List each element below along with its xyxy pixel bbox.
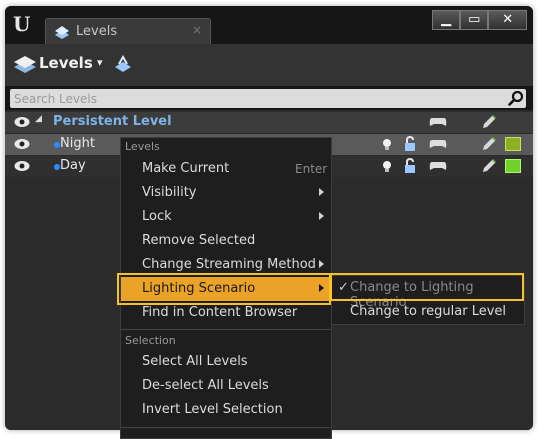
lightbulb-icon[interactable]: [379, 158, 395, 174]
gamepad-icon[interactable]: [429, 138, 447, 150]
gamepad-icon[interactable]: [429, 116, 447, 128]
submenu-item-label: Change to regular Level: [350, 304, 507, 319]
lighting-scenario-submenu: ✓ Change to Lighting Scenario Change to …: [331, 275, 525, 325]
level-color-swatch[interactable]: [505, 137, 521, 151]
lightbulb-icon[interactable]: [379, 136, 395, 152]
tab-levels[interactable]: Levels ×: [45, 18, 211, 45]
menu-item-label: Lighting Scenario: [142, 281, 256, 296]
context-menu: Levels Make Current Enter Visibility Loc…: [120, 137, 332, 439]
menu-item-lock[interactable]: Lock: [121, 205, 331, 229]
level-row-persistent[interactable]: ◢ Persistent Level: [5, 112, 533, 133]
checkmark-icon: ✓: [338, 280, 349, 295]
menu-item-remove-selected[interactable]: Remove Selected: [121, 229, 331, 253]
menu-item-label: Lock: [142, 209, 172, 224]
menu-item-label: Invert Level Selection: [142, 402, 283, 417]
menu-section-selection: Selection: [125, 334, 176, 347]
menu-item-make-current[interactable]: Make Current Enter: [121, 157, 331, 181]
pencil-icon[interactable]: [481, 114, 497, 130]
menu-item-label: Visibility: [142, 185, 197, 200]
search-icon[interactable]: [508, 90, 524, 106]
search-input[interactable]: [14, 89, 494, 108]
world-icon[interactable]: [113, 55, 133, 73]
shortcut-label: Enter: [295, 162, 328, 176]
menu-item-visibility[interactable]: Visibility: [121, 181, 331, 205]
level-name: Day: [60, 158, 86, 173]
eye-icon[interactable]: [14, 138, 30, 150]
title-bar[interactable]: U Levels × ▁ ▭ ✕: [5, 6, 533, 45]
level-name: Persistent Level: [53, 114, 172, 129]
gamepad-icon[interactable]: [429, 160, 447, 172]
menu-section-levels: Levels: [125, 140, 160, 153]
unreal-logo-icon: U: [13, 12, 31, 36]
menu-item-change-streaming-method[interactable]: Change Streaming Method: [121, 253, 331, 277]
submenu-item-change-to-regular-level[interactable]: Change to regular Level: [332, 300, 524, 324]
menu-item-label: De-select All Levels: [142, 378, 269, 393]
tab-label: Levels: [76, 24, 118, 39]
menu-item-label: Select All Levels: [142, 354, 248, 369]
window-controls: ▁ ▭ ✕: [432, 10, 527, 30]
submenu-item-change-to-lighting-scenario[interactable]: ✓ Change to Lighting Scenario: [332, 276, 524, 310]
pencil-icon[interactable]: [481, 136, 497, 152]
toolbar: Levels ▾: [5, 44, 533, 86]
menu-item-label: Find in Content Browser: [142, 305, 298, 320]
menu-item-select-all-levels[interactable]: Select All Levels: [121, 350, 331, 374]
chevron-down-icon[interactable]: ▾: [97, 56, 103, 69]
menu-item-find-in-content-browser[interactable]: Find in Content Browser: [121, 301, 331, 325]
levels-dropdown-button[interactable]: Levels: [39, 54, 93, 72]
menu-divider: [121, 427, 331, 428]
tab-close-icon[interactable]: ×: [192, 23, 202, 37]
collapse-arrow-icon[interactable]: ◢: [35, 114, 42, 124]
lock-icon[interactable]: [403, 158, 417, 174]
menu-divider: [121, 329, 331, 330]
level-name: Night: [60, 136, 95, 151]
levels-tab-icon: [55, 26, 69, 39]
menu-item-deselect-all-levels[interactable]: De-select All Levels: [121, 374, 331, 398]
menu-item-label: Make Current: [142, 161, 230, 176]
pencil-icon[interactable]: [481, 158, 497, 174]
lock-icon[interactable]: [403, 136, 417, 152]
submenu-arrow-icon: [319, 260, 324, 268]
minimize-button[interactable]: ▁: [432, 10, 461, 30]
menu-item-label: Remove Selected: [142, 233, 256, 248]
eye-icon[interactable]: [14, 160, 30, 172]
menu-item-invert-level-selection[interactable]: Invert Level Selection: [121, 398, 331, 422]
submenu-arrow-icon: [319, 212, 324, 220]
levels-icon: [14, 56, 36, 73]
menu-item-lighting-scenario[interactable]: Lighting Scenario: [121, 277, 331, 301]
submenu-arrow-icon: [319, 284, 324, 292]
eye-icon[interactable]: [14, 116, 30, 128]
search-bar: [10, 89, 526, 108]
menu-item-label: Change Streaming Method: [142, 257, 316, 272]
level-color-swatch[interactable]: [505, 159, 521, 173]
close-button[interactable]: ✕: [488, 10, 527, 30]
maximize-button[interactable]: ▭: [460, 10, 489, 30]
submenu-arrow-icon: [319, 188, 324, 196]
